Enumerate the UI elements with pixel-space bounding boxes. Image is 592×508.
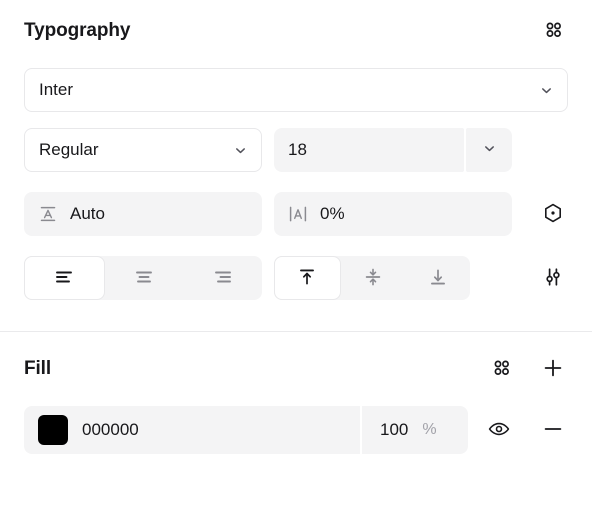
fill-title: Fill <box>24 358 52 379</box>
typography-styles-button[interactable] <box>538 16 568 46</box>
typography-title: Typography <box>24 20 131 41</box>
chevron-down-icon <box>482 141 497 159</box>
color-swatch[interactable] <box>38 415 68 445</box>
four-dots-styles-icon <box>491 357 512 381</box>
font-size-value: 18 <box>288 140 307 159</box>
fill-entry-row: 000000 100 % <box>0 406 592 454</box>
sliders-icon <box>542 266 564 291</box>
line-height-icon <box>36 202 60 226</box>
horizontal-align-group <box>24 256 262 300</box>
advanced-type-settings-button[interactable] <box>538 263 568 293</box>
plus-icon <box>541 356 565 383</box>
align-bottom-icon <box>427 266 449 291</box>
font-family-row: Inter <box>0 62 592 118</box>
line-height-letter-spacing-row: Auto 0% <box>0 182 592 246</box>
fill-opacity-unit: % <box>422 421 437 438</box>
fill-opacity-value: 100 <box>380 420 409 439</box>
fill-styles-button[interactable] <box>486 354 516 384</box>
fill-hex-input[interactable]: 000000 <box>24 406 360 454</box>
fill-color-input-group: 000000 100 % <box>24 406 468 454</box>
font-weight-select[interactable]: Regular <box>24 128 262 172</box>
align-middle-icon <box>362 266 384 291</box>
font-weight-value: Regular <box>39 140 99 159</box>
four-dots-styles-icon <box>543 19 564 43</box>
font-size-dropdown-button[interactable] <box>466 128 512 172</box>
hexagon-dot-icon <box>542 202 564 227</box>
font-size-input[interactable]: 18 <box>274 128 464 172</box>
align-center-icon <box>133 266 155 291</box>
line-height-input[interactable]: Auto <box>24 192 262 236</box>
add-fill-button[interactable] <box>538 354 568 384</box>
chevron-down-icon <box>219 129 261 171</box>
fill-header-actions <box>486 354 568 384</box>
align-top-icon <box>296 266 318 291</box>
fill-opacity-input[interactable]: 100 % <box>362 406 468 454</box>
align-top-button[interactable] <box>274 256 341 300</box>
align-bottom-button[interactable] <box>405 256 470 300</box>
align-left-icon <box>53 266 75 291</box>
typography-section-header: Typography <box>0 0 592 62</box>
align-middle-button[interactable] <box>341 256 406 300</box>
minus-icon <box>541 417 565 444</box>
letter-spacing-input[interactable]: 0% <box>274 192 512 236</box>
fill-entry-actions <box>484 415 568 445</box>
fill-section-header: Fill <box>0 332 592 406</box>
line-height-value: Auto <box>70 204 105 223</box>
properties-panel: Typography Inter Regular 18 Auto 0% Fill… <box>0 0 592 508</box>
align-right-icon <box>212 266 234 291</box>
eye-icon <box>487 417 511 444</box>
align-center-button[interactable] <box>105 256 184 300</box>
fill-hex-value: 000000 <box>82 420 139 439</box>
font-family-select[interactable]: Inter <box>24 68 568 112</box>
font-family-value: Inter <box>39 80 74 99</box>
chevron-down-icon <box>525 69 567 111</box>
font-weight-size-row: Regular 18 <box>0 118 592 182</box>
vertical-align-group <box>274 256 470 300</box>
align-left-button[interactable] <box>24 256 105 300</box>
align-right-button[interactable] <box>183 256 262 300</box>
toggle-fill-visibility-button[interactable] <box>484 415 514 445</box>
remove-fill-button[interactable] <box>538 415 568 445</box>
typography-header-actions <box>538 16 568 46</box>
type-settings-button[interactable] <box>538 199 568 229</box>
alignment-row <box>0 246 592 310</box>
font-size-group: 18 <box>274 128 512 172</box>
letter-spacing-value: 0% <box>320 204 345 223</box>
letter-spacing-icon <box>286 202 310 226</box>
